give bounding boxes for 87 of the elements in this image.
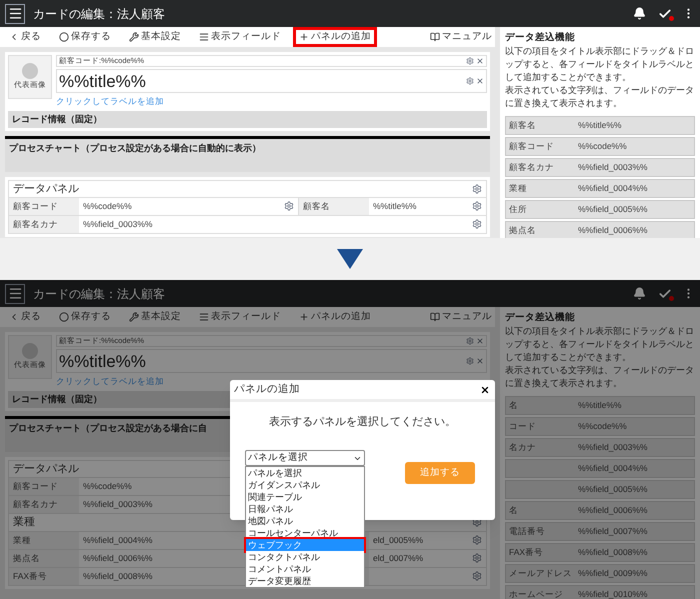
title-field[interactable]: %%title%% [56, 69, 487, 93]
check-icon[interactable] [658, 6, 674, 20]
circle-icon [59, 312, 69, 322]
field-label-cell: FAX番号 [9, 568, 79, 585]
insert-field-item[interactable]: 住所 %%field_0005%% [505, 200, 695, 220]
window-title: カードの編集：法人顧客 [33, 6, 165, 22]
field-label-cell: 業種 [9, 532, 79, 549]
field-value: %%title%% [373, 200, 416, 213]
menu-button[interactable] [5, 4, 25, 24]
toolbar-button[interactable]: 保存する [53, 307, 117, 327]
field-label-cell: 拠点名 [9, 550, 79, 567]
field-value: %%field_0003%% [83, 218, 152, 231]
close-icon[interactable] [476, 57, 484, 65]
insert-field-item[interactable]: 名 %%title%% [505, 396, 695, 416]
insert-field-item[interactable]: 顧客名 %%title%% [505, 116, 695, 136]
close-icon[interactable] [476, 357, 484, 365]
close-icon[interactable] [476, 337, 484, 345]
person-icon [20, 63, 40, 80]
field-label-cell: 顧客名 [299, 198, 369, 215]
field-value: %%field_0004%% [83, 534, 152, 547]
process-chart-panel: プロセスチャート（プロセス設定がある場合に自動的に表示） [5, 136, 490, 172]
manual-link[interactable]: マニュアル [430, 310, 492, 324]
menu-icon [8, 286, 22, 301]
window-title: カードの編集：法人顧客 [33, 286, 165, 302]
panel-title: データパネル [13, 462, 79, 476]
insert-field-item[interactable]: 名カナ %%field_0003%% [505, 438, 695, 458]
insert-field-item[interactable]: %%field_0004%% [505, 459, 695, 478]
insert-field-item[interactable]: FAX番号 %%field_0008%% [505, 543, 695, 562]
wrench-icon [129, 32, 139, 42]
check-icon[interactable] [658, 286, 674, 300]
close-icon[interactable] [476, 77, 484, 85]
description-text: 表示されている文字列は、フィールドのデータに置き換えて表示されます。 [505, 364, 695, 390]
section-title: 業種 [13, 515, 35, 530]
description-text: 表示されている文字列は、フィールドのデータに置き換えて表示されます。 [505, 84, 695, 110]
toolbar-button[interactable]: 表示フィールド [193, 27, 287, 47]
panel-title: データ差込機能 [505, 31, 576, 45]
insert-field-item[interactable]: 電話番号 %%field_0007%% [505, 522, 695, 542]
bell-icon[interactable] [633, 7, 646, 20]
field-label-cell: 顧客名カナ [9, 496, 79, 513]
list-icon [199, 312, 209, 322]
insert-field-item[interactable]: コード %%code%% [505, 417, 695, 436]
title-field[interactable]: %%title%% [56, 349, 487, 373]
toolbar-button[interactable]: 戻る [3, 27, 47, 47]
field-label-cell: 顧客コード [9, 198, 79, 215]
book-icon [430, 32, 440, 42]
toolbar-button[interactable]: 保存する [53, 27, 117, 47]
insert-field-item[interactable]: 顧客名カナ %%field_0003%% [505, 158, 695, 178]
field-label-cell: 顧客コード [9, 478, 79, 495]
book-icon [430, 312, 440, 322]
toolbar-button[interactable]: パネルの追加 [293, 307, 377, 327]
down-arrow-icon [337, 249, 363, 269]
description-text: 以下の項目をタイトル表示部にドラッグ＆ドロップすると、各フィールドをタイトルラベルとして追加することができます。 [505, 325, 695, 364]
insert-field-item[interactable]: 名 %%field_0006%% [505, 501, 695, 520]
plus-icon [299, 32, 309, 42]
field-label-cell: 顧客名カナ [9, 216, 79, 233]
plus-icon [299, 312, 309, 322]
dialog-message: 表示するパネルを選択してください。 [268, 415, 457, 430]
toolbar-button[interactable]: パネルの追加 [293, 27, 377, 47]
manual-link[interactable]: マニュアル [430, 30, 492, 44]
insert-field-item[interactable]: %%field_0005%% [505, 480, 695, 500]
wrench-icon [129, 312, 139, 322]
insert-field-item[interactable]: 顧客コード %%code%% [505, 137, 695, 156]
panel-title: データパネル [13, 182, 79, 196]
panel-title: データ差込機能 [505, 311, 576, 325]
field-value: eld_0005%% [373, 534, 424, 547]
toolbar-button[interactable]: 基本設定 [123, 307, 187, 327]
field-value: %%field_0008%% [83, 570, 152, 583]
toolbar-button[interactable]: 戻る [3, 307, 47, 327]
field-value: %%field_0006%% [83, 552, 152, 565]
toolbar-button[interactable]: 基本設定 [123, 27, 187, 47]
record-info-bar: レコード情報（固定） [8, 110, 487, 128]
toolbar-button[interactable]: 表示フィールド [193, 307, 287, 327]
insert-field-item[interactable]: 拠点名 %%field_0006%% [505, 221, 695, 238]
insert-field-item[interactable]: ホームページ %%field_0010%% [505, 585, 695, 599]
add-label-link[interactable]: クリックしてラベルを追加 [56, 95, 164, 108]
description-text: 以下の項目をタイトル表示部にドラッグ＆ドロップすると、各フィールドをタイトルラベルとして追加することができます。 [505, 45, 695, 84]
field-value: %%field_0003%% [83, 498, 152, 511]
field-value: %%code%% [83, 480, 132, 493]
field-value: %%code%% [83, 200, 132, 213]
insert-field-item[interactable]: 業種 %%field_0004%% [505, 179, 695, 198]
panel-select[interactable]: パネルを選択 [245, 450, 365, 466]
field-value: eld_0007%% [373, 552, 424, 565]
insert-field-item[interactable]: メールアドレス %%field_0009%% [505, 564, 695, 584]
close-icon [480, 384, 490, 394]
circle-icon [59, 32, 69, 42]
menu-icon [8, 6, 22, 21]
list-icon [199, 32, 209, 42]
